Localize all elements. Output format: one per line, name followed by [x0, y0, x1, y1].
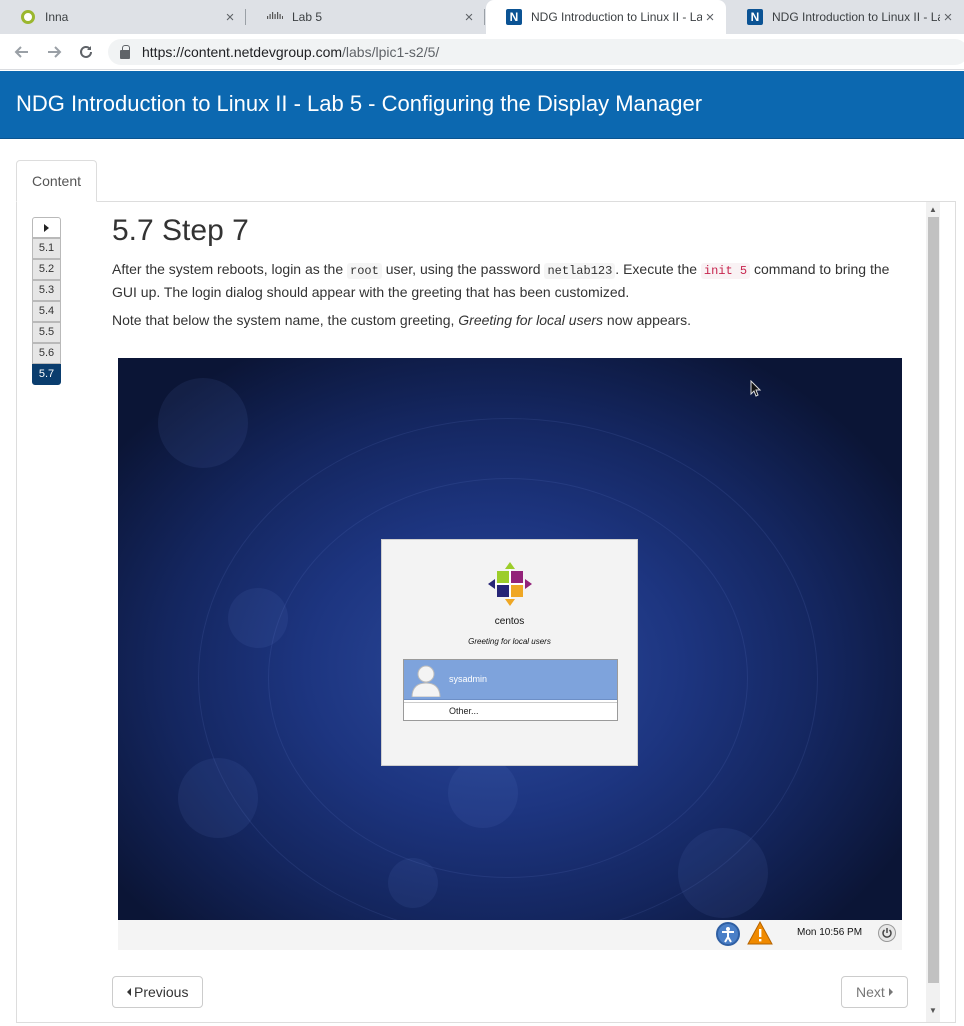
page-banner: NDG Introduction to Linux II - Lab 5 - C…	[0, 71, 964, 139]
step-link-5-2[interactable]: 5.2	[32, 259, 61, 280]
greeting-label: Greeting for local users	[468, 637, 551, 646]
login-screenshot: centos Greeting for local users sysadmin…	[118, 358, 902, 920]
previous-label: Previous	[134, 984, 189, 1000]
url-host: https://content.netdevgroup.com	[142, 44, 343, 60]
previous-button[interactable]: Previous	[112, 976, 204, 1008]
cisco-favicon-icon	[267, 9, 283, 25]
close-tab-icon[interactable]: ×	[222, 9, 238, 26]
user-row-sysadmin: sysadmin	[404, 660, 617, 700]
ndg-favicon-icon: N	[506, 9, 522, 25]
next-button[interactable]: Next	[841, 976, 908, 1008]
browser-tab-strip: Inna × Lab 5 × N NDG Introduction to Lin…	[0, 0, 964, 34]
text-segment: After the system reboots, login as the	[112, 261, 348, 277]
scroll-down-icon[interactable]: ▼	[928, 1006, 938, 1016]
step-title: 5.7 Step 7	[112, 214, 249, 247]
tab-title: NDG Introduction to Linux II - La	[772, 10, 940, 24]
caret-right-icon	[888, 988, 893, 996]
step-link-5-4[interactable]: 5.4	[32, 301, 61, 322]
accessibility-icon	[716, 922, 740, 946]
forward-arrow-icon[interactable]	[44, 42, 64, 62]
tab-title: Lab 5	[292, 10, 323, 24]
ndg-favicon-icon: N	[747, 9, 763, 25]
address-bar-row: https://content.netdevgroup.com/labs/lpi…	[0, 34, 964, 70]
scrollbar-thumb[interactable]	[928, 217, 939, 983]
other-user-row: Other...	[404, 702, 617, 720]
close-tab-icon[interactable]: ×	[940, 9, 956, 26]
hostname-label: centos	[494, 616, 525, 627]
tab-content[interactable]: Content	[16, 160, 97, 202]
scroll-up-icon[interactable]: ▲	[928, 205, 938, 215]
tab-title: NDG Introduction to Linux II - La	[531, 10, 702, 24]
power-icon	[878, 924, 896, 942]
back-arrow-icon[interactable]	[12, 42, 32, 62]
step-link-5-3[interactable]: 5.3	[32, 280, 61, 301]
note-paragraph: Note that below the system name, the cus…	[112, 310, 912, 331]
step-nav-toggle[interactable]	[32, 217, 61, 238]
greeting-emphasis: Greeting for local users	[458, 312, 604, 328]
text-segment: user, using the password	[381, 261, 545, 277]
caret-right-icon	[44, 224, 49, 232]
browser-tab-lab5[interactable]: Lab 5 ×	[247, 0, 485, 34]
page-title: NDG Introduction to Linux II - Lab 5 - C…	[16, 91, 703, 116]
tab-title: Inna	[45, 10, 69, 24]
url-field[interactable]: https://content.netdevgroup.com/labs/lpi…	[108, 39, 964, 65]
text-segment: . Execute the	[615, 261, 701, 277]
step-link-5-5[interactable]: 5.5	[32, 322, 61, 343]
close-tab-icon[interactable]: ×	[702, 9, 718, 26]
step-link-5-7[interactable]: 5.7	[32, 364, 61, 385]
inna-favicon-icon	[20, 9, 36, 25]
url-path: /labs/lpic1-s2/5/	[342, 44, 440, 60]
login-dialog: centos Greeting for local users sysadmin…	[381, 539, 638, 766]
caret-left-icon	[127, 988, 131, 996]
other-label: Other...	[449, 706, 479, 716]
step-link-5-1[interactable]: 5.1	[32, 238, 61, 259]
warning-icon	[747, 920, 773, 945]
screenshot-panel-bar: Mon 10:56 PM	[118, 920, 902, 950]
browser-tab-ndg-active[interactable]: N NDG Introduction to Linux II - La ×	[486, 0, 726, 34]
step-link-5-6[interactable]: 5.6	[32, 343, 61, 364]
instruction-paragraph: After the system reboots, login as the r…	[112, 259, 912, 303]
user-avatar-icon	[410, 663, 442, 698]
text-segment: Note that below the system name, the cus…	[112, 312, 459, 328]
centos-logo-icon	[488, 562, 532, 606]
step-navigation: 5.1 5.2 5.3 5.4 5.5 5.6 5.7	[32, 217, 61, 385]
user-list: sysadmin Other...	[403, 659, 618, 721]
browser-tab-inna[interactable]: Inna ×	[0, 0, 246, 34]
text-segment: now appears.	[603, 312, 691, 328]
browser-tab-ndg[interactable]: N NDG Introduction to Linux II - La ×	[727, 0, 964, 34]
lock-icon	[120, 44, 130, 59]
clock-label: Mon 10:56 PM	[797, 927, 863, 938]
next-label: Next	[856, 984, 885, 1000]
close-tab-icon[interactable]: ×	[461, 9, 477, 26]
username-label: sysadmin	[449, 674, 488, 684]
code-root: root	[347, 263, 382, 279]
reload-icon[interactable]	[76, 42, 96, 62]
code-init-5: init 5	[700, 263, 751, 279]
code-password: netlab123	[544, 263, 616, 279]
